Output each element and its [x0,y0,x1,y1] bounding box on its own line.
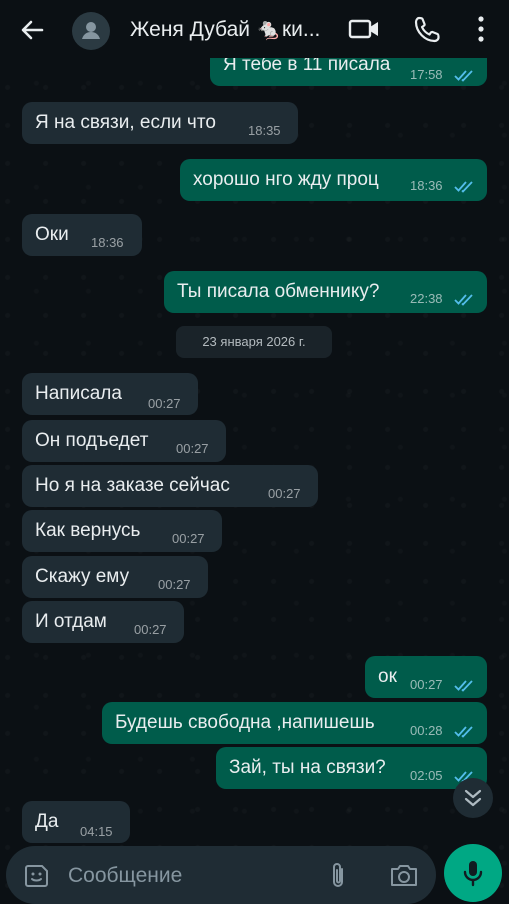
message-time: 18:36 [91,235,124,250]
message-bubble-incoming[interactable]: И отдам 00:27 [22,601,184,643]
message-text: Как вернусь [35,520,141,541]
message-text: хорошо нго жду проц [193,169,379,190]
message-bubble-outgoing[interactable]: Зай, ты на связи? 02:05 [216,747,487,789]
read-ticks-icon [454,680,473,692]
read-ticks-icon [454,70,473,82]
message-bubble-incoming[interactable]: Да 04:15 [22,801,130,843]
camera-icon[interactable] [389,862,419,888]
message-text: Да [35,811,59,832]
message-bubble-outgoing[interactable]: Ты писала обменнику? 22:38 [164,271,487,313]
message-time: 00:27 [268,486,301,501]
voice-message-button[interactable] [444,844,502,902]
message-bubble-outgoing[interactable]: ок 00:27 [365,656,487,698]
message-time: 18:35 [248,123,281,138]
contact-name[interactable]: Женя Дубай 🐁ки... [130,16,340,44]
message-time: 22:38 [410,291,443,306]
message-text: Но я на заказе сейчас [35,475,230,496]
message-text: Скажу ему [35,566,130,587]
message-bubble-incoming[interactable]: Как вернусь 00:27 [22,510,222,552]
message-bubble-outgoing[interactable]: Будешь свободна ,напишешь 00:28 [102,702,487,744]
message-time: 00:27 [176,441,209,456]
message-text: Зай, ты на связи? [229,757,386,778]
avatar-placeholder-icon [82,22,100,39]
message-input[interactable] [66,860,270,892]
message-text: И отдам [35,611,107,632]
sticker-emoji-icon[interactable] [24,863,50,889]
read-ticks-icon [454,181,473,193]
message-time: 00:27 [148,396,181,411]
read-ticks-icon [454,726,473,738]
message-time: 00:27 [172,531,205,546]
more-menu-icon[interactable] [476,13,486,45]
contact-avatar[interactable] [72,12,110,50]
message-text: Написала [35,383,122,404]
video-call-icon[interactable] [348,15,380,43]
message-bubble-incoming[interactable]: Оки 18:36 [22,214,142,256]
message-time: 00:28 [410,723,443,738]
message-text: Ты писала обменнику? [177,281,380,302]
message-text: Он подъедет [35,430,149,451]
message-time: 00:27 [158,577,191,592]
message-time: 04:15 [80,824,113,839]
message-text: Оки [35,224,69,245]
message-time: 00:27 [134,622,167,637]
double-chevron-down-icon [464,789,482,807]
message-composer [6,846,436,904]
message-bubble-incoming[interactable]: Я на связи, если что 18:35 [22,102,298,144]
back-arrow-icon[interactable] [18,16,46,44]
date-separator: 23 января 2026 г. [176,326,332,358]
message-bubble-incoming[interactable]: Скажу ему 00:27 [22,556,208,598]
message-bubble-incoming[interactable]: Написала 00:27 [22,373,198,415]
message-time: 02:05 [410,768,443,783]
message-text: Будешь свободна ,напишешь [115,712,375,733]
microphone-icon [463,861,483,887]
message-bubble-outgoing[interactable]: хорошо нго жду проц 18:36 [180,159,487,201]
message-bubble-incoming[interactable]: Но я на заказе сейчас 00:27 [22,465,318,507]
message-time: 18:36 [410,178,443,193]
message-time: 17:58 [410,67,443,82]
chat-header: Женя Дубай 🐁ки... [0,0,509,58]
paperclip-icon[interactable] [328,861,348,891]
scroll-to-bottom-button[interactable] [453,778,493,818]
voice-call-icon[interactable] [414,15,440,43]
read-ticks-icon [454,294,473,306]
message-text: Я на связи, если что [35,112,216,133]
message-time: 00:27 [410,677,443,692]
message-text: ок [378,666,397,687]
message-bubble-incoming[interactable]: Он подъедет 00:27 [22,420,226,462]
